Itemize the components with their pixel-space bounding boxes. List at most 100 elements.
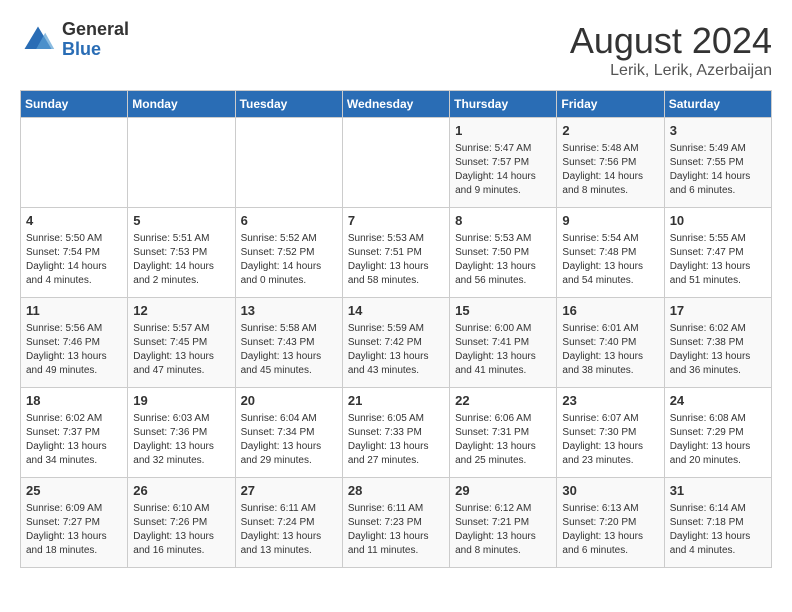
day-number: 8 — [455, 212, 551, 230]
day-number: 7 — [348, 212, 444, 230]
weekday-header-monday: Monday — [128, 91, 235, 118]
calendar-cell: 21 Sunrise: 6:05 AM Sunset: 7:33 PM Dayli… — [342, 388, 449, 478]
day-number: 6 — [241, 212, 337, 230]
day-info: Sunrise: 6:04 AM Sunset: 7:34 PM Dayligh… — [241, 412, 337, 468]
calendar-cell: 23Sunrise: 6:07 AM Sunset: 7:30 PM Dayli… — [557, 388, 664, 478]
day-info: Sunrise: 5:54 AM Sunset: 7:48 PM Dayligh… — [562, 232, 658, 288]
weekday-header-saturday: Saturday — [664, 91, 771, 118]
day-info: Sunrise: 5:59 AM Sunset: 7:42 PM Dayligh… — [348, 322, 444, 378]
day-info: Sunrise: 6:01 AM Sunset: 7:40 PM Dayligh… — [562, 322, 658, 378]
calendar-cell: 4 Sunrise: 5:50 AM Sunset: 7:54 PM Daylig… — [21, 208, 128, 298]
calendar-cell: 30 Sunrise: 6:13 AM Sunset: 7:20 PM Dayli… — [557, 478, 664, 568]
calendar-cell: 1 Sunrise: 5:47 AM Sunset: 7:57 PM Daylig… — [450, 118, 557, 208]
weekday-header-row: SundayMondayTuesdayWednesdayThursdayFrid… — [21, 91, 772, 118]
day-info: Sunrise: 5:56 AM Sunset: 7:46 PM Dayligh… — [26, 322, 122, 378]
calendar-header: SundayMondayTuesdayWednesdayThursdayFrid… — [21, 91, 772, 118]
day-info: Sunrise: 6:12 AM Sunset: 7:21 PM Dayligh… — [455, 502, 551, 558]
day-number: 2 — [562, 122, 658, 140]
day-number: 28 — [348, 482, 444, 500]
calendar-table: SundayMondayTuesdayWednesdayThursdayFrid… — [20, 90, 772, 568]
calendar-cell: 22Sunrise: 6:06 AM Sunset: 7:31 PM Dayli… — [450, 388, 557, 478]
calendar-cell: 3Sunrise: 5:49 AM Sunset: 7:55 PM Daylig… — [664, 118, 771, 208]
weekday-header-thursday: Thursday — [450, 91, 557, 118]
day-info: Sunrise: 5:53 AM Sunset: 7:51 PM Dayligh… — [348, 232, 444, 288]
day-info: Sunrise: 6:07 AM Sunset: 7:30 PM Dayligh… — [562, 412, 658, 468]
day-info: Sunrise: 5:52 AM Sunset: 7:52 PM Dayligh… — [241, 232, 337, 288]
weekday-header-tuesday: Tuesday — [235, 91, 342, 118]
day-info: Sunrise: 6:13 AM Sunset: 7:20 PM Dayligh… — [562, 502, 658, 558]
calendar-cell — [21, 118, 128, 208]
day-number: 4 — [26, 212, 122, 230]
calendar-cell: 11 Sunrise: 5:56 AM Sunset: 7:46 PM Dayli… — [21, 298, 128, 388]
calendar-cell: 29 Sunrise: 6:12 AM Sunset: 7:21 PM Dayli… — [450, 478, 557, 568]
calendar-cell: 31Sunrise: 6:14 AM Sunset: 7:18 PM Dayli… — [664, 478, 771, 568]
calendar-week-row: 4 Sunrise: 5:50 AM Sunset: 7:54 PM Daylig… — [21, 208, 772, 298]
calendar-week-row: 25Sunrise: 6:09 AM Sunset: 7:27 PM Dayli… — [21, 478, 772, 568]
day-number: 16 — [562, 302, 658, 320]
day-number: 13 — [241, 302, 337, 320]
logo: General Blue — [20, 20, 129, 60]
calendar-cell: 19Sunrise: 6:03 AM Sunset: 7:36 PM Dayli… — [128, 388, 235, 478]
day-info: Sunrise: 6:02 AM Sunset: 7:37 PM Dayligh… — [26, 412, 122, 468]
day-info: Sunrise: 5:57 AM Sunset: 7:45 PM Dayligh… — [133, 322, 229, 378]
day-info: Sunrise: 6:03 AM Sunset: 7:36 PM Dayligh… — [133, 412, 229, 468]
day-number: 26 — [133, 482, 229, 500]
day-number: 5 — [133, 212, 229, 230]
day-number: 17 — [670, 302, 766, 320]
page-header: General Blue August 2024 Lerik, Lerik, A… — [20, 20, 772, 80]
day-info: Sunrise: 6:11 AM Sunset: 7:23 PM Dayligh… — [348, 502, 444, 558]
day-info: Sunrise: 5:47 AM Sunset: 7:57 PM Dayligh… — [455, 142, 551, 198]
day-info: Sunrise: 5:55 AM Sunset: 7:47 PM Dayligh… — [670, 232, 766, 288]
calendar-week-row: 11 Sunrise: 5:56 AM Sunset: 7:46 PM Dayli… — [21, 298, 772, 388]
calendar-cell: 27 Sunrise: 6:11 AM Sunset: 7:24 PM Dayli… — [235, 478, 342, 568]
day-number: 11 — [26, 302, 122, 320]
day-number: 15 — [455, 302, 551, 320]
calendar-cell — [128, 118, 235, 208]
day-number: 21 — [348, 392, 444, 410]
day-info: Sunrise: 6:10 AM Sunset: 7:26 PM Dayligh… — [133, 502, 229, 558]
day-info: Sunrise: 5:48 AM Sunset: 7:56 PM Dayligh… — [562, 142, 658, 198]
day-number: 31 — [670, 482, 766, 500]
calendar-week-row: 1 Sunrise: 5:47 AM Sunset: 7:57 PM Daylig… — [21, 118, 772, 208]
calendar-cell: 17 Sunrise: 6:02 AM Sunset: 7:38 PM Dayli… — [664, 298, 771, 388]
day-number: 24 — [670, 392, 766, 410]
weekday-header-friday: Friday — [557, 91, 664, 118]
calendar-cell: 13Sunrise: 5:58 AM Sunset: 7:43 PM Dayli… — [235, 298, 342, 388]
day-info: Sunrise: 6:11 AM Sunset: 7:24 PM Dayligh… — [241, 502, 337, 558]
calendar-cell: 2 Sunrise: 5:48 AM Sunset: 7:56 PM Daylig… — [557, 118, 664, 208]
day-info: Sunrise: 6:09 AM Sunset: 7:27 PM Dayligh… — [26, 502, 122, 558]
day-number: 20 — [241, 392, 337, 410]
day-info: Sunrise: 6:02 AM Sunset: 7:38 PM Dayligh… — [670, 322, 766, 378]
calendar-cell: 6 Sunrise: 5:52 AM Sunset: 7:52 PM Daylig… — [235, 208, 342, 298]
calendar-cell — [235, 118, 342, 208]
calendar-cell: 28 Sunrise: 6:11 AM Sunset: 7:23 PM Dayli… — [342, 478, 449, 568]
day-info: Sunrise: 6:05 AM Sunset: 7:33 PM Dayligh… — [348, 412, 444, 468]
day-number: 14 — [348, 302, 444, 320]
calendar-week-row: 18Sunrise: 6:02 AM Sunset: 7:37 PM Dayli… — [21, 388, 772, 478]
day-number: 30 — [562, 482, 658, 500]
day-number: 29 — [455, 482, 551, 500]
logo-blue-text: Blue — [62, 40, 129, 60]
weekday-header-sunday: Sunday — [21, 91, 128, 118]
logo-general-text: General — [62, 20, 129, 40]
day-number: 10 — [670, 212, 766, 230]
calendar-cell — [342, 118, 449, 208]
day-number: 1 — [455, 122, 551, 140]
calendar-cell: 16 Sunrise: 6:01 AM Sunset: 7:40 PM Dayli… — [557, 298, 664, 388]
month-title: August 2024 — [570, 20, 772, 62]
day-info: Sunrise: 5:50 AM Sunset: 7:54 PM Dayligh… — [26, 232, 122, 288]
calendar-cell: 26 Sunrise: 6:10 AM Sunset: 7:26 PM Dayli… — [128, 478, 235, 568]
day-info: Sunrise: 5:49 AM Sunset: 7:55 PM Dayligh… — [670, 142, 766, 198]
day-info: Sunrise: 6:00 AM Sunset: 7:41 PM Dayligh… — [455, 322, 551, 378]
calendar-body: 1 Sunrise: 5:47 AM Sunset: 7:57 PM Daylig… — [21, 118, 772, 568]
day-info: Sunrise: 6:08 AM Sunset: 7:29 PM Dayligh… — [670, 412, 766, 468]
calendar-cell: 8Sunrise: 5:53 AM Sunset: 7:50 PM Daylig… — [450, 208, 557, 298]
calendar-cell: 7 Sunrise: 5:53 AM Sunset: 7:51 PM Daylig… — [342, 208, 449, 298]
day-number: 12 — [133, 302, 229, 320]
calendar-cell: 10 Sunrise: 5:55 AM Sunset: 7:47 PM Dayli… — [664, 208, 771, 298]
day-number: 9 — [562, 212, 658, 230]
calendar-cell: 18Sunrise: 6:02 AM Sunset: 7:37 PM Dayli… — [21, 388, 128, 478]
logo-icon — [20, 22, 56, 58]
day-number: 27 — [241, 482, 337, 500]
calendar-cell: 24 Sunrise: 6:08 AM Sunset: 7:29 PM Dayli… — [664, 388, 771, 478]
